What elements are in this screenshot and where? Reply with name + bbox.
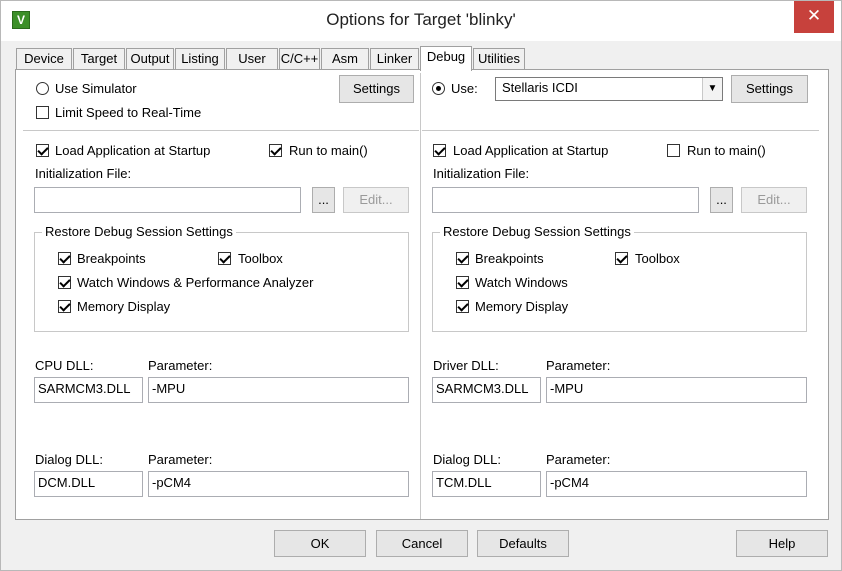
options-dialog: V Options for Target 'blinky' ✕ Device T… — [0, 0, 842, 571]
right-toolbox-checkbox[interactable] — [615, 252, 628, 265]
left-run-to-main-checkbox[interactable] — [269, 144, 282, 157]
cpu-dll-input[interactable]: SARMCM3.DLL — [34, 377, 143, 403]
tab-device[interactable]: Device — [16, 48, 72, 70]
left-dialog-param-label: Parameter: — [148, 452, 213, 467]
driver-param-input[interactable]: -MPU — [546, 377, 807, 403]
left-dialog-dll-label: Dialog DLL: — [35, 452, 103, 467]
right-browse-button[interactable]: ... — [710, 187, 733, 213]
tab-output[interactable]: Output — [126, 48, 174, 70]
cpu-param-label: Parameter: — [148, 358, 213, 373]
tab-linker[interactable]: Linker — [370, 48, 419, 70]
right-init-file-label: Initialization File: — [433, 166, 530, 181]
cpu-dll-label: CPU DLL: — [35, 358, 94, 373]
right-restore-title: Restore Debug Session Settings — [440, 224, 634, 239]
left-browse-button[interactable]: ... — [312, 187, 335, 213]
right-watch-checkbox[interactable] — [456, 276, 469, 289]
driver-select-value: Stellaris ICDI — [502, 80, 578, 95]
right-toolbox-label: Toolbox — [635, 251, 680, 266]
left-memory-checkbox[interactable] — [58, 300, 71, 313]
left-watch-label: Watch Windows & Performance Analyzer — [77, 275, 314, 290]
window-title: Options for Target 'blinky' — [326, 10, 516, 29]
close-icon: ✕ — [806, 6, 822, 25]
driver-dll-input[interactable]: SARMCM3.DLL — [432, 377, 541, 403]
limit-speed-checkbox[interactable] — [36, 106, 49, 119]
left-edit-button[interactable]: Edit... — [343, 187, 409, 213]
left-init-file-input[interactable] — [34, 187, 301, 213]
left-memory-label: Memory Display — [77, 299, 171, 314]
right-memory-label: Memory Display — [475, 299, 569, 314]
tab-utilities[interactable]: Utilities — [473, 48, 525, 70]
driver-param-label: Parameter: — [546, 358, 611, 373]
left-dialog-param-input[interactable]: -pCM4 — [148, 471, 409, 497]
help-button[interactable]: Help — [736, 530, 828, 557]
use-driver-radio[interactable] — [432, 82, 445, 95]
left-watch-checkbox[interactable] — [58, 276, 71, 289]
driver-select[interactable]: Stellaris ICDI ▼ — [495, 77, 723, 101]
use-driver-label: Use: — [451, 81, 478, 96]
right-load-app-checkbox[interactable] — [433, 144, 446, 157]
left-breakpoints-checkbox[interactable] — [58, 252, 71, 265]
right-run-to-main-checkbox[interactable] — [667, 144, 680, 157]
driver-settings-button[interactable]: Settings — [731, 75, 808, 103]
right-watch-label: Watch Windows — [475, 275, 568, 290]
left-load-app-checkbox[interactable] — [36, 144, 49, 157]
cancel-button[interactable]: Cancel — [376, 530, 468, 557]
tab-debug[interactable]: Debug — [420, 46, 472, 71]
right-dialog-param-input[interactable]: -pCM4 — [546, 471, 807, 497]
ok-button[interactable]: OK — [274, 530, 366, 557]
left-toolbox-label: Toolbox — [238, 251, 283, 266]
left-separator — [23, 130, 419, 131]
right-breakpoints-label: Breakpoints — [475, 251, 544, 266]
simulator-settings-button[interactable]: Settings — [339, 75, 414, 103]
left-dialog-dll-input[interactable]: DCM.DLL — [34, 471, 143, 497]
tab-c-cpp[interactable]: C/C++ — [279, 48, 320, 70]
left-breakpoints-label: Breakpoints — [77, 251, 146, 266]
chevron-down-icon[interactable]: ▼ — [702, 78, 722, 100]
right-dialog-dll-label: Dialog DLL: — [433, 452, 501, 467]
left-toolbox-checkbox[interactable] — [218, 252, 231, 265]
tab-user[interactable]: User — [226, 48, 278, 70]
right-init-file-input[interactable] — [432, 187, 699, 213]
close-button[interactable]: ✕ — [794, 1, 834, 33]
cpu-param-input[interactable]: -MPU — [148, 377, 409, 403]
use-simulator-radio[interactable] — [36, 82, 49, 95]
left-restore-title: Restore Debug Session Settings — [42, 224, 236, 239]
tab-asm[interactable]: Asm — [321, 48, 369, 70]
right-load-app-label: Load Application at Startup — [453, 143, 609, 158]
left-run-to-main-label: Run to main() — [289, 143, 368, 158]
panel-divider — [420, 73, 421, 519]
limit-speed-label: Limit Speed to Real-Time — [55, 105, 202, 120]
defaults-button[interactable]: Defaults — [477, 530, 569, 557]
use-simulator-label: Use Simulator — [55, 81, 137, 96]
tab-target[interactable]: Target — [73, 48, 125, 70]
left-init-file-label: Initialization File: — [35, 166, 132, 181]
right-dialog-dll-input[interactable]: TCM.DLL — [432, 471, 541, 497]
right-run-to-main-label: Run to main() — [687, 143, 766, 158]
left-load-app-label: Load Application at Startup — [55, 143, 211, 158]
right-separator — [422, 130, 819, 131]
right-memory-checkbox[interactable] — [456, 300, 469, 313]
right-edit-button[interactable]: Edit... — [741, 187, 807, 213]
right-breakpoints-checkbox[interactable] — [456, 252, 469, 265]
tab-listing[interactable]: Listing — [175, 48, 225, 70]
right-dialog-param-label: Parameter: — [546, 452, 611, 467]
driver-dll-label: Driver DLL: — [433, 358, 499, 373]
title-bar[interactable]: V Options for Target 'blinky' ✕ — [1, 1, 841, 41]
